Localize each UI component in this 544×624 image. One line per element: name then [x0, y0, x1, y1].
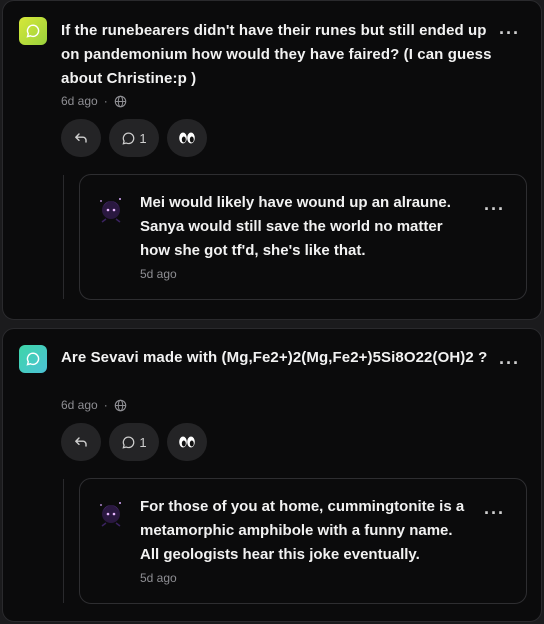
chat-bubble-icon: [26, 352, 40, 366]
avatar: [100, 198, 121, 223]
react-button[interactable]: [167, 119, 207, 157]
reply-icon: [75, 133, 87, 143]
reply-card: For those of you at home, cummingtonite …: [79, 478, 527, 604]
globe-icon: [114, 95, 126, 107]
thread-line: [63, 175, 64, 299]
action-bar: 1: [61, 119, 207, 157]
comments-button[interactable]: 1: [109, 423, 159, 461]
post-meta: 6d ago ·: [61, 398, 127, 412]
reply-card: Mei would likely have wound up an alraun…: [79, 174, 527, 300]
action-bar: 1: [61, 423, 207, 461]
chat-bubble-icon: [26, 24, 40, 38]
more-options-button[interactable]: ···: [499, 353, 520, 374]
react-button[interactable]: [167, 423, 207, 461]
reply-button[interactable]: [61, 423, 101, 461]
reply-text: For those of you at home, cummingtonite …: [140, 498, 465, 563]
eyes-icon: [179, 436, 195, 448]
question-card: Are Sevavi made with (Mg,Fe2+)2(Mg,Fe2+)…: [2, 328, 542, 622]
comment-icon: [122, 435, 135, 449]
avatar: [100, 502, 121, 527]
reply-timestamp: 5d ago: [140, 267, 177, 281]
comment-icon: [122, 131, 135, 145]
comments-button[interactable]: 1: [109, 119, 159, 157]
thread-line: [63, 479, 64, 603]
reply-more-options-button[interactable]: ···: [484, 503, 505, 524]
globe-icon: [114, 399, 126, 411]
post-meta: 6d ago ·: [61, 94, 127, 108]
reply-more-options-button[interactable]: ···: [484, 199, 505, 220]
reply-icon: [75, 437, 87, 447]
question-text: If the runebearers didn't have their run…: [61, 22, 492, 87]
timestamp: 6d ago: [61, 398, 98, 412]
question-card: If the runebearers didn't have their run…: [2, 0, 542, 320]
comment-count: 1: [139, 130, 147, 146]
more-options-button[interactable]: ···: [499, 23, 520, 44]
question-badge: [19, 17, 47, 45]
eyes-icon: [179, 132, 195, 144]
question-text: Are Sevavi made with (Mg,Fe2+)2(Mg,Fe2+)…: [61, 349, 488, 366]
question-badge: [19, 345, 47, 373]
reply-timestamp: 5d ago: [140, 571, 177, 585]
reply-text: Mei would likely have wound up an alraun…: [140, 194, 451, 259]
comment-count: 1: [139, 434, 147, 450]
reply-button[interactable]: [61, 119, 101, 157]
timestamp: 6d ago: [61, 94, 98, 108]
